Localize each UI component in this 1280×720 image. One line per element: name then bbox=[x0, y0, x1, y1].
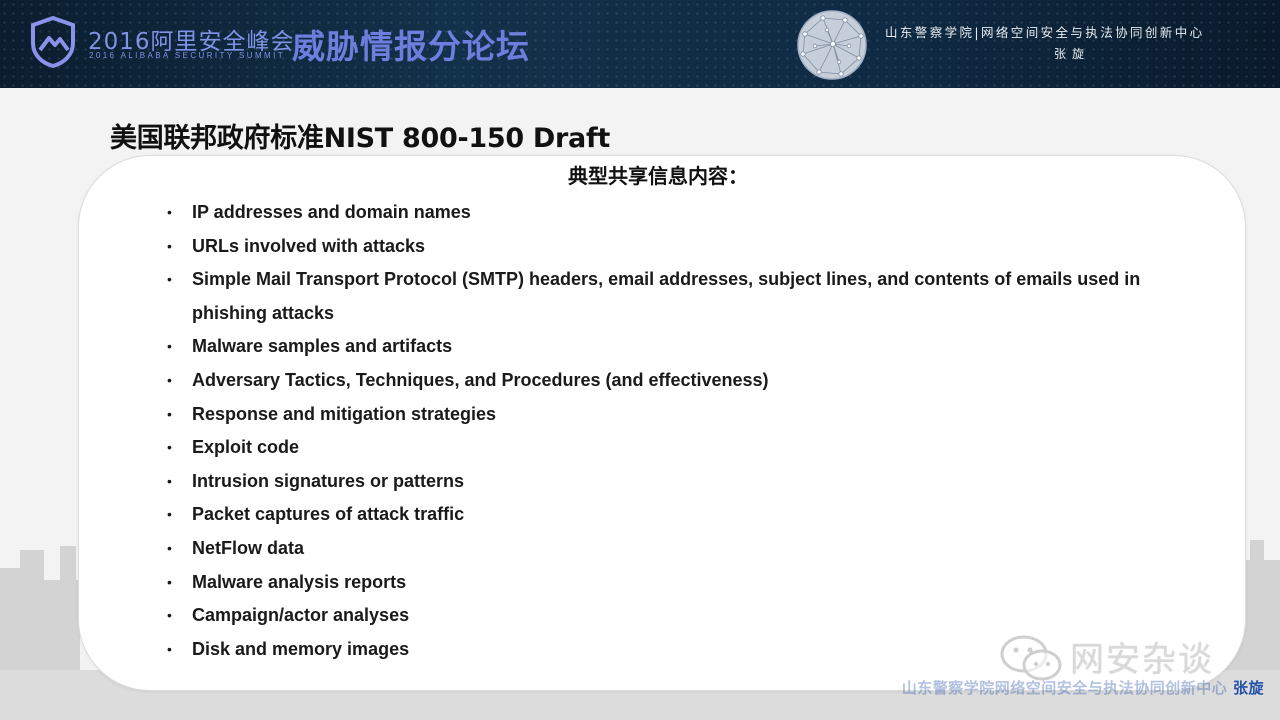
bullet-icon: • bbox=[167, 271, 172, 288]
summit-subtitle: 2016 ALIBABA SECURITY SUMMIT bbox=[89, 51, 285, 60]
list-item-text: Response and mitigation strategies bbox=[192, 403, 497, 424]
globe-network-icon bbox=[797, 10, 867, 80]
bullet-icon: • bbox=[167, 506, 172, 523]
list-item-text: Malware samples and artifacts bbox=[192, 336, 453, 357]
card-heading: 典型共享信息内容： bbox=[568, 164, 748, 188]
bullet-icon: • bbox=[167, 237, 172, 254]
organization-name: 山东警察学院|网络空间安全与执法协同创新中心 bbox=[885, 25, 1205, 40]
list-item-text: Simple Mail Transport Protocol (SMTP) he… bbox=[192, 269, 1141, 323]
list-item-text: IP addresses and domain names bbox=[192, 202, 471, 222]
bullet-icon: • bbox=[167, 405, 172, 422]
bullet-icon: • bbox=[167, 204, 172, 220]
forum-title: 威胁情报分论坛 bbox=[292, 27, 530, 66]
list-item: • Intrusion signatures or patterns bbox=[167, 465, 1167, 499]
list-item-text: Intrusion signatures or patterns bbox=[192, 470, 465, 491]
channel-watermark: 网安杂谈 bbox=[1070, 640, 1214, 680]
shield-logo-icon bbox=[31, 16, 75, 68]
list-item: • Adversary Tactics, Techniques, and Proc… bbox=[167, 364, 1167, 398]
list-item: • Campaign/actor analyses bbox=[167, 599, 1167, 633]
bullet-icon: • bbox=[167, 640, 172, 657]
header-banner: 2016阿里安全峰会 2016 ALIBABA SECURITY SUMMIT … bbox=[0, 0, 1280, 88]
list-item-text: Campaign/actor analyses bbox=[192, 605, 410, 626]
list-item: • Malware samples and artifacts bbox=[167, 330, 1167, 364]
bullet-icon: • bbox=[167, 439, 172, 456]
footer-org: 山东警察学院网络空间安全与执法协同创新中心 bbox=[901, 679, 1228, 697]
list-item: • IP addresses and domain names bbox=[167, 196, 1167, 230]
list-item: • NetFlow data bbox=[167, 532, 1167, 566]
list-item-text: NetFlow data bbox=[192, 537, 305, 558]
list-item: • Malware analysis reports bbox=[167, 566, 1167, 600]
bullet-icon: • bbox=[167, 338, 172, 355]
list-item-text: Exploit code bbox=[192, 437, 300, 458]
list-item: • URLs involved with attacks bbox=[167, 230, 1167, 264]
bullet-icon: • bbox=[167, 607, 172, 624]
wechat-icon bbox=[1000, 635, 1062, 681]
shared-info-list: • IP addresses and domain names • URLs inv… bbox=[167, 196, 1167, 666]
list-item-text: Adversary Tactics, Techniques, and Proce… bbox=[192, 369, 769, 390]
list-item: • Exploit code bbox=[167, 431, 1167, 465]
bullet-icon: • bbox=[167, 371, 172, 388]
list-item-text: Disk and memory images bbox=[192, 638, 410, 659]
list-item: • Packet captures of attack traffic bbox=[167, 498, 1167, 532]
slide-title: 美国联邦政府标准NIST 800-150 Draft bbox=[110, 123, 611, 154]
list-item-text: Packet captures of attack traffic bbox=[192, 504, 465, 525]
list-item-text: URLs involved with attacks bbox=[192, 235, 426, 256]
list-item: • Simple Mail Transport Protocol (SMTP) h… bbox=[167, 263, 1167, 330]
footer-name: 张旋 bbox=[1232, 679, 1264, 697]
presenter-name: 张旋 bbox=[1054, 47, 1091, 61]
bullet-icon: • bbox=[167, 472, 172, 489]
list-item-text: Malware analysis reports bbox=[192, 571, 407, 592]
list-item: • Response and mitigation strategies bbox=[167, 398, 1167, 432]
bullet-icon: • bbox=[167, 573, 172, 590]
bullet-icon: • bbox=[167, 539, 172, 556]
